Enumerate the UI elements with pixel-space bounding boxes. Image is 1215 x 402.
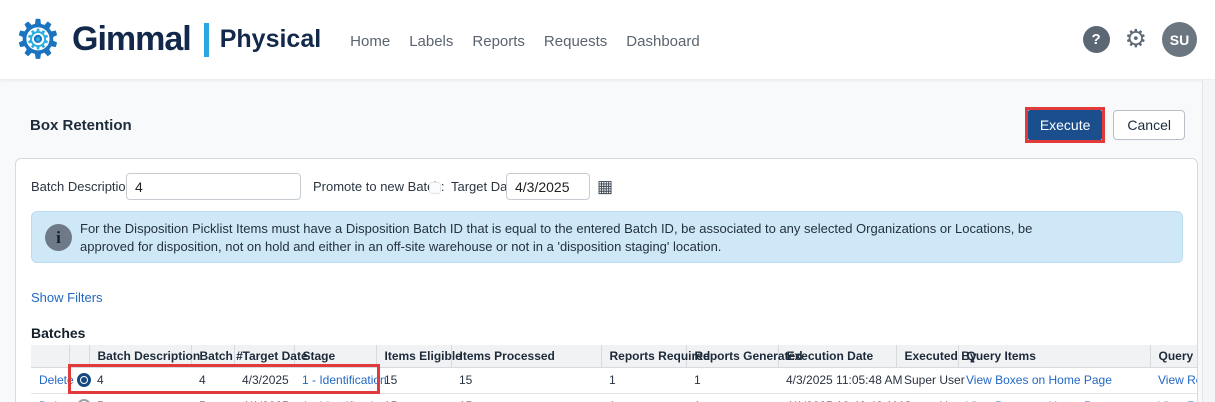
batches-grid: Batch Description Batch # Target Date St… [31,345,1198,402]
title-buttons: Execute Cancel [1025,107,1185,143]
batch-description-label: Batch Description: [31,173,137,201]
col-header-target-date[interactable]: Target Date [234,345,294,367]
execute-annotation-highlight: Execute [1025,107,1106,143]
cell-items-processed: 15 [451,393,601,402]
gimmal-logo: ⚙ ⚙ [10,12,66,68]
col-header-batch-description[interactable]: Batch Description [89,345,191,367]
brand-divider [204,23,209,57]
cell-items-eligible: 15 [376,393,451,402]
nav-item-home[interactable]: Home [350,33,390,50]
batches-heading: Batches [31,325,85,341]
nav-item-dashboard[interactable]: Dashboard [626,33,699,50]
promote-label: Promote to new Batch: [313,173,445,201]
info-icon: i [45,224,72,251]
settings-gear-icon[interactable]: ⚙ [1125,27,1147,52]
cell-reports-required: 1 [601,393,686,402]
cell-batch-description: 4 [89,367,191,393]
cell-items-eligible: 15 [376,367,451,393]
table-row: Delete 5 5 4/1/2025 1 - Identification 1… [31,393,1198,402]
info-banner: i For the Disposition Picklist Items mus… [31,211,1183,263]
cell-target-date: 4/3/2025 [234,367,294,393]
info-message: For the Disposition Picklist Items must … [80,220,1090,256]
header-actions: ? ⚙ SU [1083,22,1197,57]
grid-header-row: Batch Description Batch # Target Date St… [31,345,1198,367]
table-row: Delete 4 4 4/3/2025 1 - Identification 1… [31,367,1198,393]
help-icon[interactable]: ? [1083,26,1110,53]
col-header-stage[interactable]: Stage [294,345,376,367]
cell-reports-generated: 1 [686,367,778,393]
col-header-action [31,345,69,367]
col-header-executed-by[interactable]: Executed By [896,345,958,367]
col-header-reports-required[interactable]: Reports Required [601,345,686,367]
batch-description-input[interactable] [126,173,301,200]
cell-reports-required: 1 [601,367,686,393]
vertical-scrollbar[interactable] [1202,80,1215,402]
nav-item-requests[interactable]: Requests [544,33,607,50]
cell-target-date: 4/1/2025 [234,393,294,402]
user-avatar[interactable]: SU [1162,22,1197,57]
query-reports-link[interactable]: View Reports [1158,373,1198,387]
box-retention-panel: Batch Description: Promote to new Batch:… [15,158,1198,402]
cell-reports-generated: 1 [686,393,778,402]
cell-batch-number: 5 [191,393,234,402]
query-items-link[interactable]: View Boxes on Home Page [966,373,1112,387]
cell-execution-date: 4/1/2025 10:48:43 AM [778,393,896,402]
promote-checkbox[interactable] [429,182,441,194]
col-header-items-eligible[interactable]: Items Eligible [376,345,451,367]
brand-name: Gimmal [72,20,191,59]
cell-batch-description: 5 [89,393,191,402]
target-date-input[interactable] [506,173,590,200]
calendar-icon[interactable]: ▦ [597,173,613,201]
page-title: Box Retention [30,117,132,134]
show-filters-link[interactable]: Show Filters [31,290,103,305]
cell-executed-by: Super User [896,367,958,393]
cell-executed-by: Super User [896,393,958,402]
row-radio-selected[interactable] [77,373,91,387]
nav-item-reports[interactable]: Reports [472,33,525,50]
title-row: Box Retention Execute Cancel [30,103,1185,147]
main-nav: Home Labels Reports Requests Dashboard [350,33,700,50]
col-header-query-reports[interactable]: Query Reports [1150,345,1198,367]
delete-link[interactable]: Delete [39,373,74,387]
stage-link[interactable]: 1 - Identification [302,373,387,387]
col-header-select [69,345,89,367]
col-header-query-items[interactable]: Query Items [958,345,1150,367]
execute-button[interactable]: Execute [1028,110,1103,140]
batch-form-row: Batch Description: Promote to new Batch:… [16,173,1197,201]
logo-gear-inner-icon: ⚙ [10,12,66,68]
cell-items-processed: 15 [451,367,601,393]
col-header-items-processed[interactable]: Items Processed [451,345,601,367]
brand-product: Physical [220,25,321,54]
col-header-reports-generated[interactable]: Reports Generated [686,345,778,367]
nav-item-labels[interactable]: Labels [409,33,453,50]
cancel-button[interactable]: Cancel [1113,110,1185,140]
cell-batch-number: 4 [191,367,234,393]
cell-execution-date: 4/3/2025 11:05:48 AM [778,367,896,393]
col-header-execution-date[interactable]: Execution Date [778,345,896,367]
app-header: ⚙ ⚙ Gimmal Physical Home Labels Reports … [0,0,1215,80]
